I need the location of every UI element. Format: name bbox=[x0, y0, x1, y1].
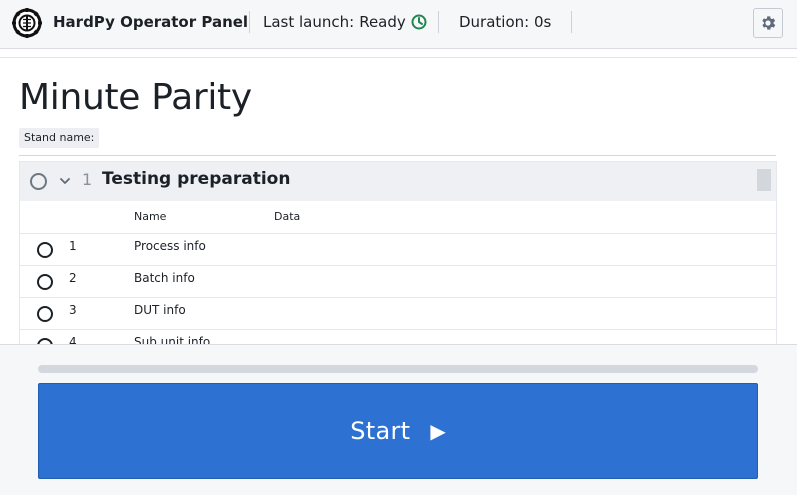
navbar-divider bbox=[571, 11, 572, 33]
top-navbar: HardPy Operator Panel Last launch: Ready… bbox=[0, 0, 797, 49]
test-case-row[interactable]: 1 Process info bbox=[20, 233, 776, 265]
case-name: Process info bbox=[134, 239, 206, 253]
navbar-divider bbox=[249, 11, 250, 33]
test-group-header[interactable]: 1 Testing preparation bbox=[20, 162, 776, 201]
case-status-icon bbox=[37, 274, 53, 290]
test-group-card: 1 Testing preparation Name Data 1 Proces… bbox=[19, 161, 777, 351]
column-header-name: Name bbox=[134, 210, 167, 223]
last-launch-value: Ready bbox=[359, 13, 406, 31]
stand-name-tag: Stand name: bbox=[19, 128, 100, 148]
case-name: Batch info bbox=[134, 271, 195, 285]
scrollbar-thumb[interactable] bbox=[757, 169, 771, 191]
clock-icon bbox=[411, 14, 427, 30]
last-launch-label: Last launch: bbox=[263, 13, 355, 31]
header-separator bbox=[0, 57, 797, 58]
case-number: 2 bbox=[69, 271, 77, 285]
gear-icon bbox=[762, 16, 776, 30]
start-button-label: Start bbox=[350, 417, 411, 445]
play-icon: ▶ bbox=[430, 419, 446, 443]
page-title: Minute Parity bbox=[19, 77, 252, 118]
hardpy-logo-icon bbox=[12, 8, 42, 38]
section-divider bbox=[19, 155, 776, 156]
group-name: Testing preparation bbox=[102, 169, 291, 189]
start-button[interactable]: Start ▶ bbox=[38, 383, 758, 479]
test-case-row[interactable]: 2 Batch info bbox=[20, 265, 776, 297]
column-header-data: Data bbox=[274, 210, 301, 223]
case-status-icon bbox=[37, 306, 53, 322]
case-number: 1 bbox=[69, 239, 77, 253]
settings-button[interactable] bbox=[753, 8, 783, 38]
case-name: DUT info bbox=[134, 303, 186, 317]
navbar-divider bbox=[438, 11, 439, 33]
duration-label: Duration: 0s bbox=[459, 13, 552, 31]
chevron-down-icon[interactable] bbox=[58, 174, 72, 188]
test-case-row[interactable]: 3 DUT info bbox=[20, 297, 776, 329]
case-status-icon bbox=[37, 242, 53, 258]
case-number: 3 bbox=[69, 303, 77, 317]
last-launch-status: Last launch: Ready bbox=[263, 13, 427, 31]
progress-bar bbox=[38, 365, 758, 373]
control-bar: Start ▶ bbox=[0, 344, 797, 495]
group-number: 1 bbox=[82, 170, 93, 189]
group-status-icon bbox=[30, 173, 47, 190]
app-title: HardPy Operator Panel bbox=[53, 13, 249, 31]
